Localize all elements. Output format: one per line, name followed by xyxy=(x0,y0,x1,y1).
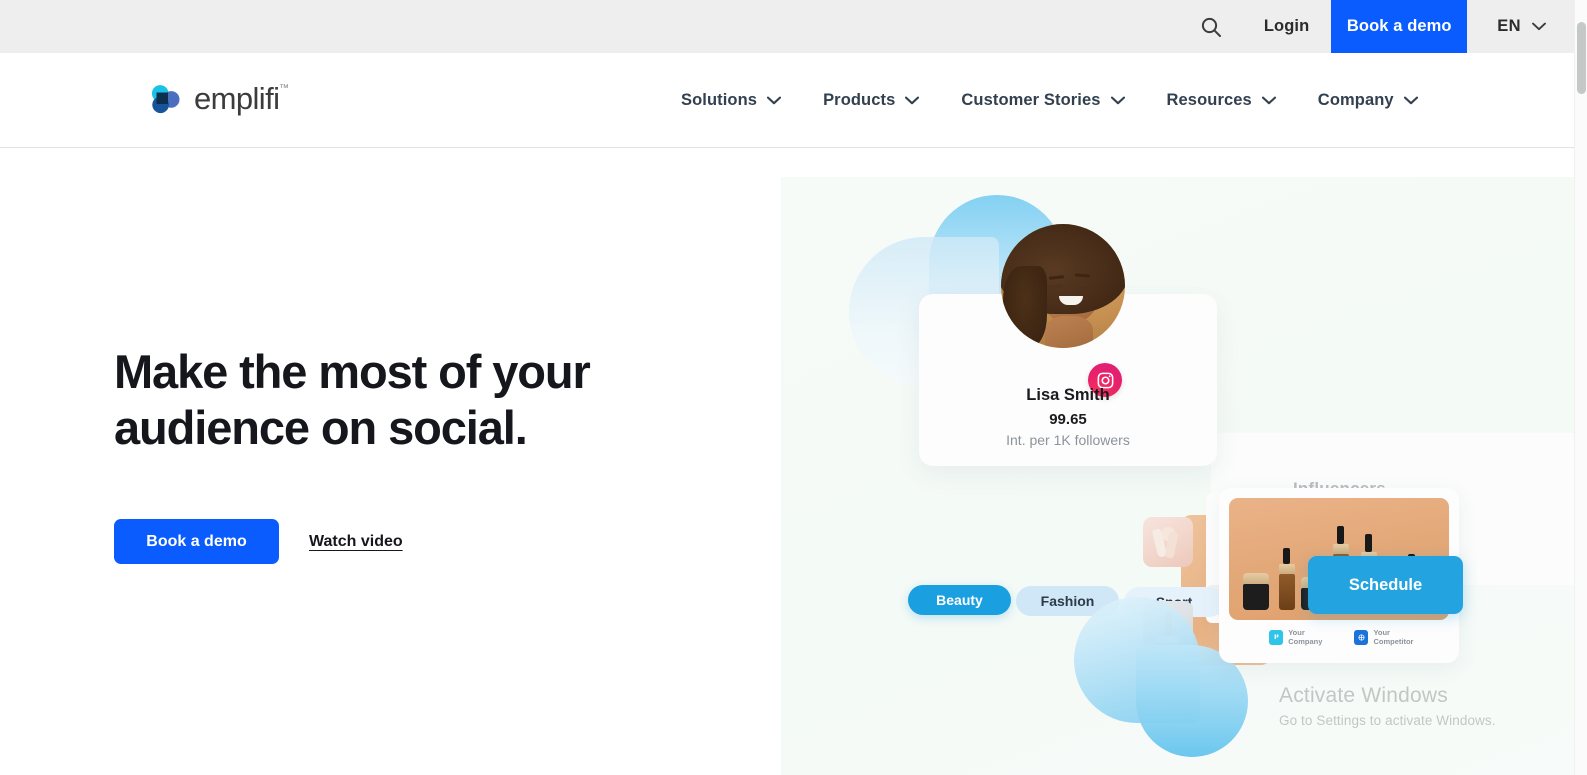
scrollbar-thumb[interactable] xyxy=(1577,22,1586,94)
language-selector[interactable]: EN xyxy=(1467,0,1574,53)
dropper-cap xyxy=(1337,526,1344,544)
legend-label: Your Company xyxy=(1288,628,1323,646)
your-company-icon xyxy=(1269,629,1284,645)
page-scrollbar[interactable] xyxy=(1574,0,1587,775)
cosmetic-jar-lid xyxy=(1243,573,1269,584)
chevron-down-icon xyxy=(1532,22,1546,31)
page-title: Make the most of your audience on social… xyxy=(114,344,714,456)
chevron-down-icon xyxy=(767,96,782,105)
hero-section: Make the most of your audience on social… xyxy=(0,148,1574,775)
profile-score-caption: Int. per 1K followers xyxy=(1006,432,1130,448)
nav-item-customer-stories[interactable]: Customer Stories xyxy=(940,91,1145,110)
nav-item-resources[interactable]: Resources xyxy=(1146,91,1297,110)
browser-viewport: Login Book a demo EN emplifi ™ Solutions… xyxy=(0,0,1587,775)
tag-beauty[interactable]: Beauty xyxy=(908,585,1011,615)
logo-wordmark-text: emplifi xyxy=(194,81,280,116)
nav-item-label: Resources xyxy=(1166,91,1252,109)
chevron-down-icon xyxy=(1403,96,1418,105)
dropper-bottle xyxy=(1279,574,1295,610)
search-button[interactable] xyxy=(1180,0,1242,53)
your-competitor-icon xyxy=(1354,629,1369,645)
avatar-neck xyxy=(1045,316,1093,348)
primary-navigation: Solutions Products Customer Stories Reso… xyxy=(660,53,1439,148)
hero-illustration: Influencers xyxy=(781,177,1574,775)
book-a-demo-button[interactable]: Book a demo xyxy=(114,519,279,564)
main-header: emplifi ™ Solutions Products Customer St… xyxy=(0,53,1574,148)
dropper-collar xyxy=(1279,564,1295,574)
utility-bar: Login Book a demo EN xyxy=(0,0,1574,53)
search-icon xyxy=(1199,15,1223,39)
nav-item-products[interactable]: Products xyxy=(802,91,940,110)
avatar-hair xyxy=(1003,266,1047,348)
chevron-down-icon xyxy=(905,96,920,105)
language-label: EN xyxy=(1497,17,1521,35)
watch-video-link[interactable]: Watch video xyxy=(309,533,403,551)
hero-heading-line-2: audience on social. xyxy=(114,400,528,454)
nav-item-label: Customer Stories xyxy=(961,91,1101,109)
nav-item-label: Products xyxy=(823,91,896,109)
chevron-down-icon xyxy=(1261,96,1276,105)
nav-item-label: Solutions xyxy=(681,91,758,109)
logo-wordmark: emplifi ™ xyxy=(194,81,289,117)
legend-label: Your Competitor xyxy=(1373,628,1414,646)
cosmetic-jar xyxy=(1243,584,1269,610)
profile-score: 99.65 xyxy=(1049,411,1087,428)
utility-book-a-demo-button[interactable]: Book a demo xyxy=(1331,0,1468,53)
legend-item-your-company: Your Company xyxy=(1269,628,1338,646)
schedule-button[interactable]: Schedule xyxy=(1308,556,1463,614)
dropper-collar xyxy=(1333,544,1349,554)
dropper-cap xyxy=(1365,534,1372,552)
hero-heading-line-1: Make the most of your xyxy=(114,345,591,398)
nav-item-solutions[interactable]: Solutions xyxy=(660,91,802,110)
chart-legend: Your Company Your Competitor xyxy=(1269,628,1429,646)
emplifi-logo-icon xyxy=(148,82,182,116)
chevron-down-icon xyxy=(1110,96,1125,105)
dropper-cap xyxy=(1283,548,1290,564)
nav-item-company[interactable]: Company xyxy=(1297,91,1439,110)
nav-item-label: Company xyxy=(1317,91,1394,109)
avatar xyxy=(1001,224,1125,348)
hero-actions: Book a demo Watch video xyxy=(114,519,403,564)
login-link[interactable]: Login xyxy=(1242,0,1331,53)
product-thumbnail xyxy=(1143,517,1193,567)
legend-item-your-competitor: Your Competitor xyxy=(1354,628,1429,646)
trademark-symbol: ™ xyxy=(278,83,289,94)
profile-name: Lisa Smith xyxy=(1026,386,1110,404)
site-logo[interactable]: emplifi ™ xyxy=(148,81,289,117)
